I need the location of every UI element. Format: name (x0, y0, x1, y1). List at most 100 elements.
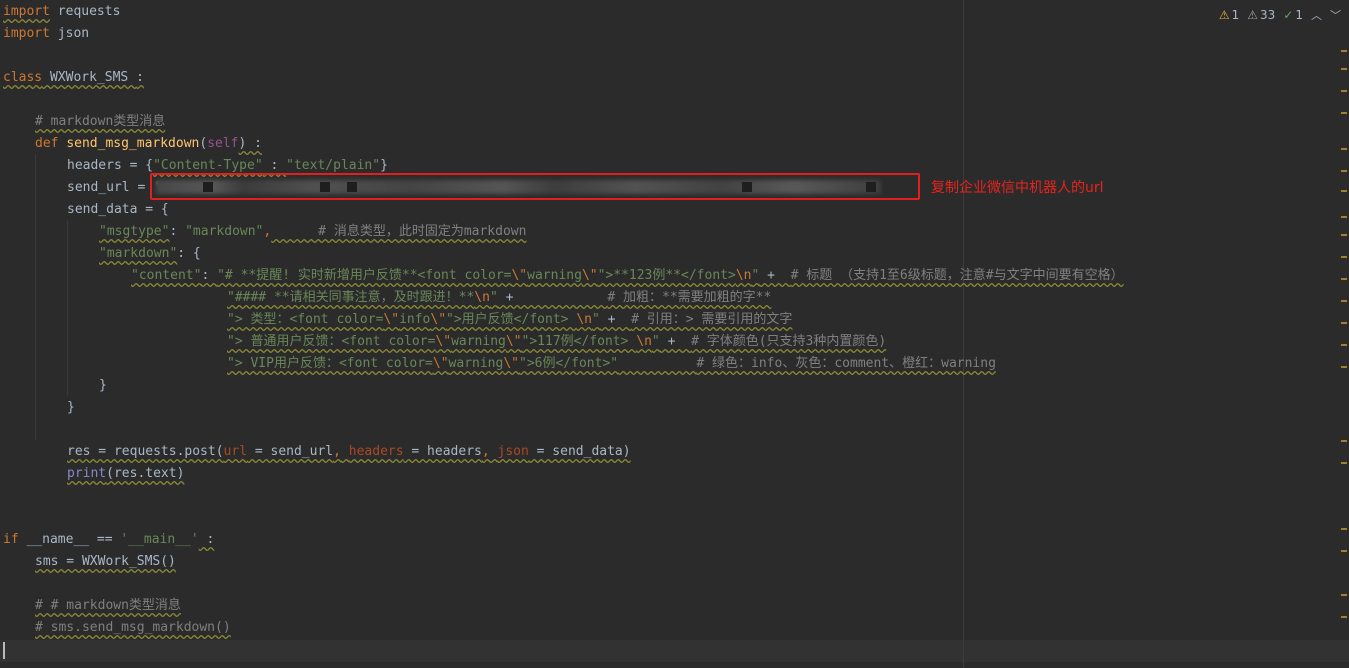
stripe-mark[interactable] (1341, 528, 1347, 530)
code-text: send_url = (67, 180, 154, 195)
code-line-11[interactable]: "msgtype": "markdown", # 消息类型，此时固定为markd… (99, 221, 526, 243)
stripe-mark[interactable] (1341, 50, 1347, 52)
code-line-17[interactable]: "> VIP用户反馈：<font color=\"warning\"">6例</… (227, 353, 996, 375)
keyword-argument: url (223, 444, 248, 459)
stripe-mark[interactable] (1341, 216, 1347, 218)
error-count[interactable]: ⚠ 1 (1219, 8, 1239, 22)
stripe-mark[interactable] (1341, 256, 1347, 258)
keyword: import (3, 26, 50, 41)
code-line-22[interactable]: print(res.text) (67, 463, 184, 485)
current-line-highlight (0, 640, 1349, 662)
code-text: requests (49, 4, 121, 19)
stripe-mark[interactable] (1341, 594, 1347, 596)
stripe-mark[interactable] (1341, 112, 1347, 114)
string: warning (451, 334, 506, 349)
code-line-19[interactable]: } (67, 397, 75, 419)
code-text: sms = WXWork_SMS() (35, 554, 176, 569)
comment: # 字体颜色(只支持3种内置颜色) (691, 334, 887, 349)
code-editor[interactable]: import requests import json class WXWork… (0, 0, 1349, 668)
code-line-7[interactable]: def send_msg_markdown(self) : (35, 133, 262, 155)
warning-count[interactable]: ⚠ 33 (1247, 8, 1275, 22)
code-line-9[interactable]: send_url = ' (67, 177, 161, 199)
stripe-mark[interactable] (1341, 90, 1347, 92)
inspections-widget[interactable]: ⚠ 1 ⚠ 33 ✓ 1 ︿ ﹀ (1219, 6, 1341, 24)
chevron-up-icon[interactable]: ︿ (1311, 7, 1322, 23)
string: "content" (131, 268, 202, 283)
string: " (591, 312, 600, 327)
code-line-28[interactable]: # # markdown类型消息 (35, 595, 181, 617)
stripe-mark[interactable] (1341, 190, 1347, 192)
code-text: } (67, 400, 75, 415)
comment: # 绿色：info、灰色：comment、橙红：warning (696, 356, 996, 371)
code-line-29[interactable]: # sms.send_msg_markdown() (35, 617, 231, 639)
string: ">117例</font> (521, 334, 637, 349)
string: "msgtype" (99, 224, 170, 239)
escape-sequence: \n (576, 312, 592, 327)
typo-count-label: 1 (1295, 8, 1303, 22)
code-text: send_data = { (67, 202, 169, 217)
code-text: : { (177, 246, 201, 261)
check-icon: ✓ (1283, 8, 1294, 22)
stripe-mark[interactable] (1341, 234, 1347, 236)
code-line-14[interactable]: "#### **请相关同事注意，及时跟进！**\n" + # 加粗：**需要加粗… (227, 287, 771, 309)
keyword: import (3, 4, 50, 19)
code-line-10[interactable]: send_data = { (67, 199, 169, 221)
string: ">**123例**</font> (597, 268, 736, 283)
chevron-down-icon[interactable]: ﹀ (1330, 7, 1341, 23)
string: " (489, 290, 498, 305)
code-line-15[interactable]: "> 类型：<font color=\"info\"">用户反馈</font> … (227, 309, 792, 331)
code-line-21[interactable]: res = requests.post(url = send_url, head… (67, 441, 631, 463)
string: "markdown" (185, 224, 264, 239)
code-text: : (201, 268, 218, 283)
code-line-12[interactable]: "markdown": { (99, 243, 201, 265)
keyword: class (3, 70, 43, 85)
string: "text/plain" (286, 158, 381, 173)
code-line-18[interactable]: } (99, 375, 107, 397)
code-line-13[interactable]: "content": "# **提醒! 实时新增用户反馈**<font colo… (131, 265, 1124, 287)
code-text: headers = { (67, 158, 154, 173)
keyword: def (35, 136, 59, 151)
code-line-6[interactable]: # markdown类型消息 (35, 111, 165, 133)
code-text: } (380, 158, 388, 173)
code-line-1[interactable]: import requests (3, 1, 120, 23)
code-line-25[interactable]: if __name__ == '__main__' : (3, 529, 214, 551)
code-line-26[interactable]: sms = WXWork_SMS() (35, 551, 176, 573)
string: " (651, 334, 660, 349)
stripe-mark[interactable] (1341, 278, 1347, 280)
typo-count[interactable]: ✓ 1 (1283, 8, 1303, 22)
string: "Content-Type" (153, 158, 263, 173)
code-text: : (262, 158, 287, 173)
annotation-label: 复制企业微信中机器人的url (931, 180, 1104, 196)
stripe-mark[interactable] (1341, 462, 1347, 464)
stripe-mark[interactable] (1341, 170, 1347, 172)
warning-count-label: 33 (1260, 8, 1276, 22)
stripe-mark[interactable] (1341, 68, 1347, 70)
comment: # 引用：> 需要引用的文字 (631, 312, 793, 327)
string: "#### **请相关同事注意，及时跟进！** (227, 290, 475, 305)
escape-sequence: \n (735, 268, 752, 283)
string: "markdown" (99, 246, 178, 261)
code-line-4[interactable]: class WXWork_SMS : (3, 67, 144, 89)
code-text: = send_url (247, 444, 334, 459)
string: ">用户反馈</font> (446, 312, 577, 327)
code-line-2[interactable]: import json (3, 23, 89, 45)
stripe-mark[interactable] (1341, 344, 1347, 346)
comment: # 消息类型，此时固定为markdown (271, 224, 527, 239)
escape-sequence: \" (503, 356, 519, 371)
stripe-mark[interactable] (1341, 440, 1347, 442)
escape-sequence: \" (432, 356, 449, 371)
string: "> VIP用户反馈：<font color= (227, 356, 433, 371)
string: '__main__' (120, 532, 199, 547)
stripe-mark[interactable] (1341, 366, 1347, 368)
comment: # sms.send_msg_markdown() (35, 620, 231, 635)
stripe-mark[interactable] (1341, 148, 1347, 150)
stripe-mark[interactable] (1341, 616, 1347, 618)
stripe-mark[interactable] (1341, 300, 1347, 302)
self-param: self (207, 136, 239, 151)
error-stripe[interactable] (1341, 30, 1347, 650)
stripe-mark[interactable] (1341, 322, 1347, 324)
stripe-mark[interactable] (1341, 550, 1347, 552)
code-line-16[interactable]: "> 普通用户反馈：<font color=\"warning\"">117例<… (227, 331, 886, 353)
